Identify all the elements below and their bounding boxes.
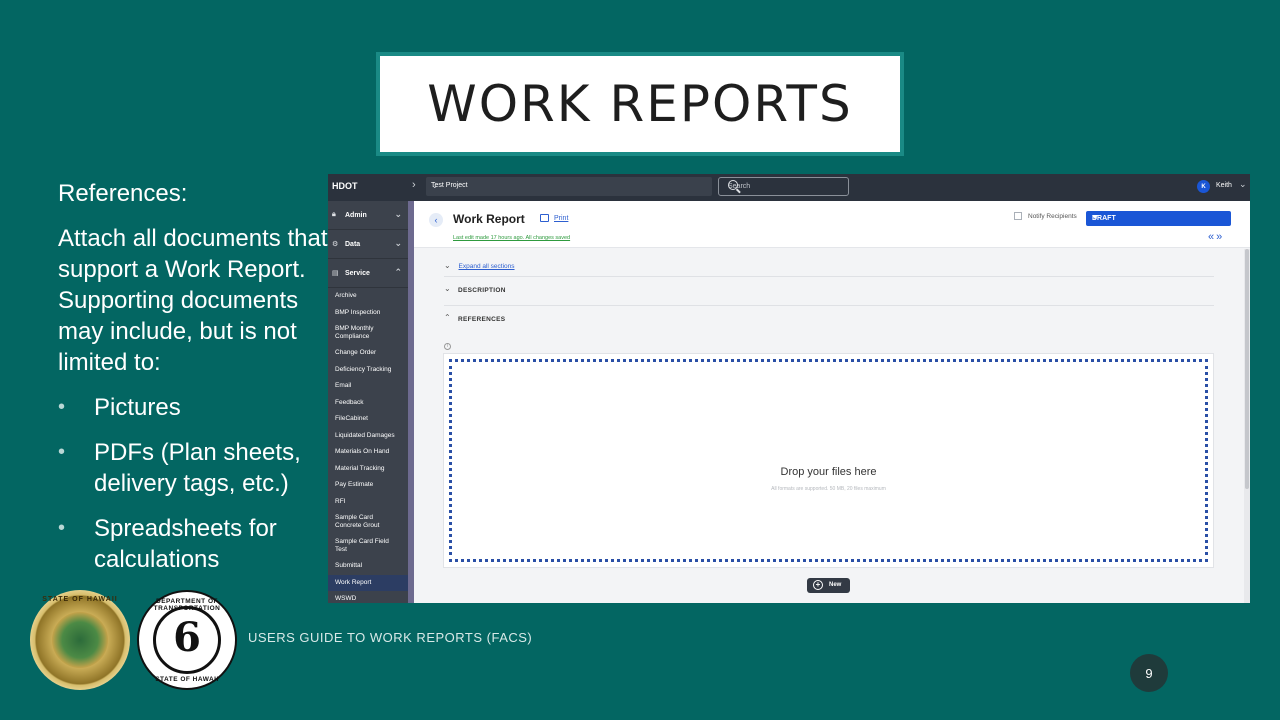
slide-body: References: Attach all documents that su… <box>58 178 328 589</box>
sidebar-items: Archive BMP Inspection BMP Monthly Complia… <box>328 288 408 603</box>
chevron-down-icon: ⌄ <box>444 261 451 270</box>
chevron-down-icon: ⌄ <box>431 180 439 190</box>
sidebar-item-work-report[interactable]: Work Report <box>328 574 408 591</box>
sidebar-group-service[interactable]: ▤ Service ⌃ <box>328 259 408 288</box>
sidebar-item-sample-card-concrete-grout[interactable]: Sample Card Concrete Grout <box>328 510 408 534</box>
sidebar-item-filecabinet[interactable]: FileCabinet <box>328 411 408 428</box>
sidebar-item-archive[interactable]: Archive <box>328 288 408 305</box>
sidebar-item-sample-card-field-test[interactable]: Sample Card Field Test <box>328 534 408 558</box>
page-header: ‹ Work Report Print Last edit made 17 ho… <box>414 201 1250 248</box>
sidebar-group-data[interactable]: ⚙ Data ⌄ <box>328 230 408 259</box>
sidebar-item-bmp-inspection[interactable]: BMP Inspection <box>328 305 408 322</box>
sidebar-item-email[interactable]: Email <box>328 378 408 395</box>
references-heading: References: <box>58 180 188 207</box>
section-label: REFERENCES <box>458 316 506 323</box>
section-description[interactable]: ⌄ DESCRIPTION <box>444 276 1214 305</box>
user-name[interactable]: Keith <box>1216 182 1232 189</box>
sidebar-group-admin[interactable]: 🔒︎ Admin ⌄ <box>328 201 408 230</box>
sidebar-item-materials-on-hand[interactable]: Materials On Hand <box>328 444 408 461</box>
search-icon[interactable] <box>728 180 738 190</box>
sidebar-item-rfi[interactable]: RFI <box>328 494 408 511</box>
footer-text: USERS GUIDE TO WORK REPORTS (FACS) <box>248 630 533 645</box>
sidebar: 🔒︎ Admin ⌄ ⚙ Data ⌄ ▤ Service ⌃ Archive B… <box>328 201 408 603</box>
info-icon[interactable]: i <box>444 343 451 350</box>
chevron-down-icon: ⌄ <box>394 238 402 248</box>
lock-icon: 🔒︎ <box>332 211 336 218</box>
slide-title-box: WORK REPORTS <box>376 52 904 156</box>
sidebar-item-liquidated-damages[interactable]: Liquidated Damages <box>328 428 408 445</box>
dot-seal-bottom-text: STATE OF HAWAII <box>155 676 219 683</box>
notify-recipients-label: Notify Recipients <box>1028 213 1077 220</box>
state-seal-text: STATE OF HAWAII <box>42 596 118 603</box>
slide-title: WORK REPORTS <box>427 75 853 133</box>
sidebar-group-label: Admin <box>345 212 367 219</box>
sidebar-item-material-tracking[interactable]: Material Tracking <box>328 461 408 478</box>
bullet-item: Pictures <box>58 392 328 423</box>
section-references[interactable]: ⌃ REFERENCES <box>444 305 1214 334</box>
seal-center <box>52 612 108 668</box>
sidebar-item-pay-estimate[interactable]: Pay Estimate <box>328 477 408 494</box>
page-title: Work Report <box>453 212 525 226</box>
gear-icon: ⚙ <box>332 241 339 248</box>
sidebar-item-wswd[interactable]: WSWD <box>328 591 408 603</box>
main-content: ⌄ Expand all sections ⌄ DESCRIPTION ⌃ RE… <box>414 249 1244 603</box>
department-of-transportation-logo: DEPARTMENT OF TRANSPORTATION 6 STATE OF … <box>137 590 237 690</box>
brand-label[interactable]: HDOT <box>332 181 358 191</box>
bullet-item: Spreadsheets for calculations <box>58 513 328 575</box>
app-screenshot: HDOT › Test Project ⌄ Search K Keith ⌄ 🔒… <box>328 174 1250 603</box>
dot-seal-number: 6 <box>173 614 201 661</box>
chevron-down-icon[interactable]: ⌄ <box>1239 179 1247 190</box>
sidebar-item-deficiency-tracking[interactable]: Deficiency Tracking <box>328 362 408 379</box>
body-paragraph: Attach all documents that support a Work… <box>58 225 328 376</box>
avatar[interactable]: K <box>1197 180 1210 193</box>
drop-zone-subtitle: All formats are supported. 50 MB, 20 fil… <box>771 486 886 492</box>
drop-zone-container: Drop your files here All formats are sup… <box>443 353 1214 568</box>
print-link[interactable]: Print <box>554 215 568 222</box>
drop-zone-title: Drop your files here <box>780 466 877 478</box>
search-input[interactable]: Search <box>718 177 849 196</box>
printer-icon[interactable] <box>540 214 549 222</box>
sidebar-item-bmp-monthly-compliance[interactable]: BMP Monthly Compliance <box>328 321 408 345</box>
last-edit-status: Last edit made 17 hours ago. All changes… <box>453 235 571 241</box>
scrollbar[interactable] <box>1244 249 1250 603</box>
sidebar-item-submittal[interactable]: Submittal <box>328 558 408 575</box>
section-label: DESCRIPTION <box>458 287 506 294</box>
bullet-list: Pictures PDFs (Plan sheets, delivery tag… <box>58 392 328 575</box>
collapse-expand-arrows-icon[interactable]: «» <box>1208 231 1224 243</box>
notify-recipients-checkbox[interactable] <box>1014 212 1022 220</box>
sidebar-item-feedback[interactable]: Feedback <box>328 395 408 412</box>
chevron-right-icon[interactable]: › <box>412 179 416 191</box>
expand-all-row: ⌄ Expand all sections <box>444 261 515 270</box>
page-number: 9 <box>1130 654 1168 692</box>
chevron-down-icon: ⌄ <box>394 209 402 219</box>
project-select[interactable]: Test Project ⌄ <box>426 177 712 196</box>
caret-down-icon <box>1092 215 1098 219</box>
chevron-up-icon: ⌃ <box>444 313 452 322</box>
new-button-label: New <box>829 582 842 588</box>
new-button[interactable]: + New <box>807 578 850 593</box>
back-button[interactable]: ‹ <box>429 213 443 227</box>
chevron-up-icon: ⌃ <box>394 267 402 277</box>
plus-circle-icon: + <box>813 580 823 590</box>
sidebar-item-change-order[interactable]: Change Order <box>328 345 408 362</box>
chevron-down-icon: ⌄ <box>444 284 452 293</box>
bullet-item: PDFs (Plan sheets, delivery tags, etc.) <box>58 437 328 499</box>
status-select[interactable]: DRAFT <box>1086 211 1231 226</box>
sidebar-group-label: Service <box>345 270 370 277</box>
file-drop-zone[interactable]: Drop your files here All formats are sup… <box>449 359 1208 562</box>
state-of-hawaii-seal-logo: STATE OF HAWAII <box>30 590 130 690</box>
document-icon: ▤ <box>332 270 339 277</box>
expand-all-link[interactable]: Expand all sections <box>459 263 515 270</box>
sidebar-group-label: Data <box>345 241 361 248</box>
top-bar: HDOT › Test Project ⌄ Search K Keith ⌄ <box>328 174 1250 201</box>
